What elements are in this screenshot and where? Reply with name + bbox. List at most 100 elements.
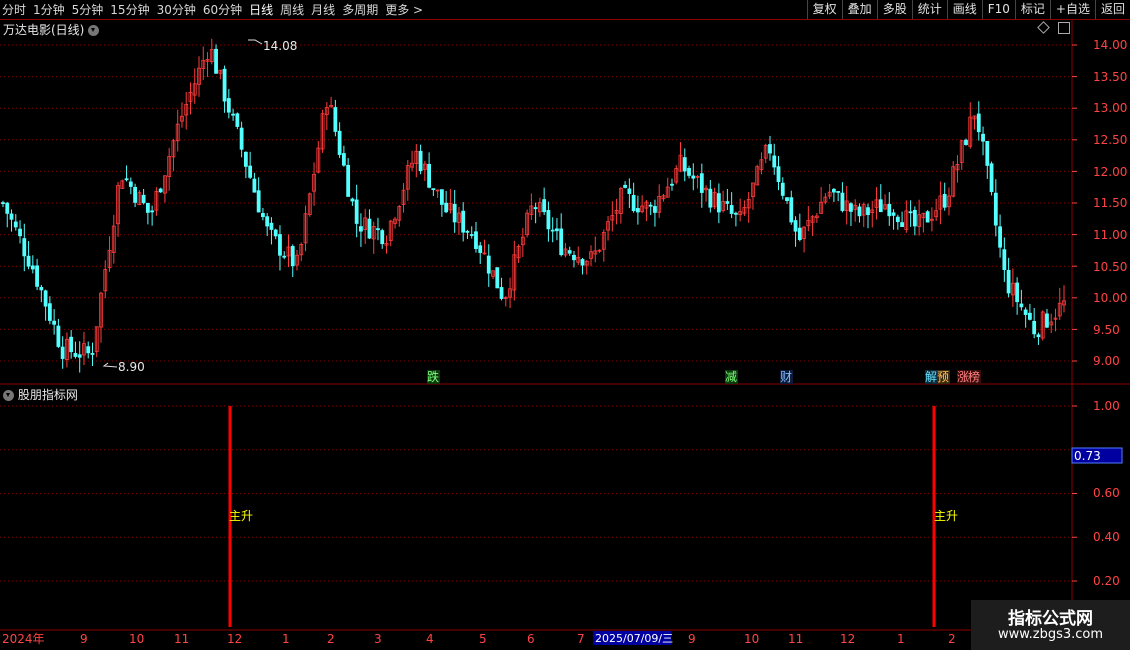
candle-body	[388, 220, 393, 242]
mark-button[interactable]: 标记	[1014, 0, 1050, 19]
candle-body	[670, 183, 674, 186]
candle-body	[26, 255, 31, 267]
cursor-date: 2025/07/09/三	[595, 632, 673, 645]
candle-body	[542, 199, 547, 213]
candle-body	[661, 195, 666, 200]
candle-body	[955, 163, 960, 171]
candle-body	[299, 243, 304, 256]
candle-body	[1032, 320, 1037, 335]
candle-body	[985, 140, 990, 166]
period-tab[interactable]: 5分钟	[72, 1, 104, 18]
dropdown-icon[interactable]	[3, 390, 14, 401]
candle-body	[593, 250, 598, 255]
signal-bars	[228, 406, 936, 627]
candle-body	[197, 67, 201, 85]
candle-body	[461, 210, 466, 233]
back-button[interactable]: 返回	[1094, 0, 1130, 19]
time-label: 12	[840, 632, 855, 646]
candle-body	[653, 206, 657, 213]
f10-button[interactable]: F10	[981, 0, 1015, 19]
period-tab-active[interactable]: 日线	[249, 1, 273, 18]
y-tick-label: 10.00	[1093, 291, 1127, 305]
statistics-button[interactable]: 统计	[911, 0, 947, 19]
candle-body	[435, 189, 440, 192]
candle-body	[755, 166, 760, 186]
candle-body	[239, 127, 244, 150]
candle-body	[116, 185, 120, 225]
candle-body	[77, 354, 82, 358]
watermark-url: www.zbgs3.com	[997, 627, 1104, 642]
candle-body	[870, 209, 875, 213]
candle-body	[180, 115, 184, 122]
candle-body	[776, 166, 781, 182]
candle-body	[457, 212, 461, 223]
toolbar: 分时 1分钟 5分钟 15分钟 30分钟 60分钟 日线 周线 月线 多周期 更…	[0, 0, 1130, 20]
candle-body	[780, 182, 785, 196]
period-tab[interactable]: 60分钟	[203, 1, 242, 18]
candle-body	[832, 188, 836, 193]
candle-body	[218, 69, 223, 74]
y-tick-label: 12.00	[1093, 165, 1127, 179]
candle-body	[998, 226, 1002, 248]
candle-body	[989, 163, 994, 193]
adjust-button[interactable]: 复权	[806, 0, 842, 19]
candle-body	[878, 199, 883, 213]
candle-body	[307, 193, 312, 215]
indicator-panel-title: 股朋指标网	[3, 386, 78, 403]
period-tab[interactable]: 30分钟	[157, 1, 196, 18]
overlay-button[interactable]: 叠加	[841, 0, 877, 19]
add-watchlist-button[interactable]: +自选	[1049, 0, 1095, 19]
event-tag-bg	[957, 370, 981, 384]
period-tab[interactable]: 周线	[280, 1, 304, 18]
time-label: 1	[282, 632, 290, 646]
candle-body	[704, 187, 708, 191]
period-tab[interactable]: 多周期	[342, 1, 378, 18]
event-tag-ranking[interactable]: 榜	[968, 369, 980, 384]
time-label: 11	[788, 632, 803, 646]
watermark: 指标公式网 www.zbgs3.com	[971, 600, 1130, 650]
window-box-icon[interactable]	[1058, 22, 1070, 34]
candle-body	[13, 221, 18, 228]
candle-body	[738, 211, 743, 216]
candle-body	[175, 123, 180, 142]
draw-line-button[interactable]: 画线	[946, 0, 982, 19]
event-tag-forecast[interactable]: 预	[937, 370, 949, 384]
candle-body	[874, 199, 879, 208]
y-tick-label: 13.00	[1093, 101, 1127, 115]
stock-title: 万达电影(日线)	[3, 23, 85, 37]
period-tab[interactable]: 15分钟	[110, 1, 149, 18]
diamond-icon[interactable]	[1037, 21, 1050, 34]
candle-body	[222, 68, 227, 102]
candle-body	[810, 216, 815, 223]
event-tag-finance[interactable]: 财	[780, 370, 792, 384]
event-tag-reduce[interactable]: 减	[725, 370, 737, 384]
multi-stock-button[interactable]: 多股	[876, 0, 912, 19]
candle-body	[597, 249, 602, 252]
candle-body	[525, 212, 530, 236]
indicator-title: 股朋指标网	[17, 388, 78, 402]
more-periods-button[interactable]: 更多 >	[385, 1, 423, 18]
chart-canvas[interactable]: 14.00 13.50 13.00 12.50 12.00 11.50 11.0…	[0, 0, 1130, 650]
indicator-tick-label: 0.20	[1093, 574, 1120, 588]
candle-body	[282, 255, 287, 258]
candle-body	[925, 211, 930, 223]
candle-body	[866, 207, 870, 215]
event-tag-fall[interactable]: 跌	[427, 369, 439, 384]
candle-body	[1023, 309, 1028, 315]
candle-body	[141, 194, 146, 204]
event-tag-unlock[interactable]: 解	[925, 370, 937, 384]
candle-body	[214, 48, 218, 74]
event-tag-limit-up[interactable]: 涨	[957, 369, 969, 384]
high-price-label: 14.08	[263, 39, 297, 53]
candle-body	[908, 211, 913, 214]
period-tab[interactable]: 月线	[311, 1, 335, 18]
period-tab[interactable]: 1分钟	[33, 1, 65, 18]
signal-label: 主升	[934, 509, 958, 523]
time-label: 12	[227, 632, 242, 646]
dropdown-icon[interactable]	[88, 25, 100, 36]
period-tab[interactable]: 分时	[2, 1, 26, 18]
candle-body	[891, 212, 896, 216]
y-tick-label: 10.50	[1093, 260, 1127, 274]
candle-body	[938, 195, 943, 210]
candle-body	[90, 353, 95, 355]
